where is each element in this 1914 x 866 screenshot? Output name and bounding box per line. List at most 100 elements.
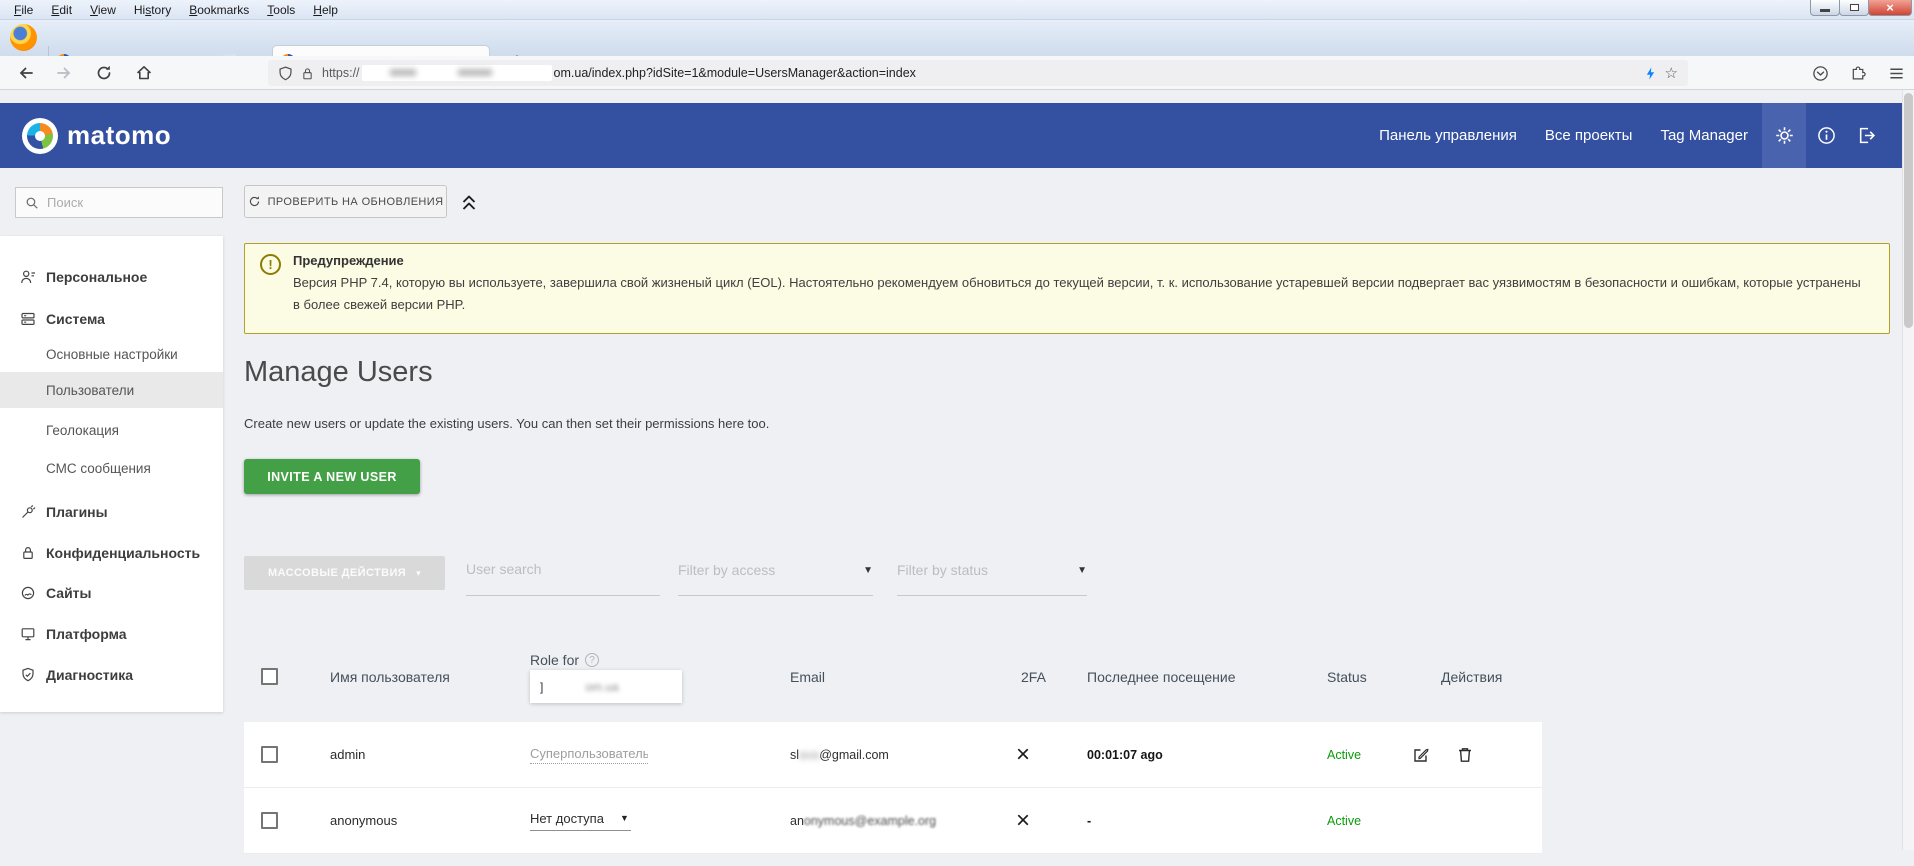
matomo-top-nav: Панель управления Все проекты Tag Manage…	[1365, 103, 1902, 168]
last-seen: -	[1087, 788, 1091, 853]
sidebar-item-privacy[interactable]: Конфиденциальность	[0, 535, 223, 571]
menu-history[interactable]: History	[126, 2, 179, 18]
sidebar-item-sms[interactable]: СМС сообщения	[0, 450, 223, 486]
column-header-email[interactable]: Email	[790, 669, 825, 685]
invite-new-user-button[interactable]: INVITE A NEW USER	[244, 459, 420, 494]
collapse-menu-double-chevron-icon[interactable]	[459, 190, 479, 211]
edit-user-button[interactable]	[1412, 722, 1430, 787]
nav-dashboard[interactable]: Панель управления	[1365, 103, 1531, 168]
window-minimize-button[interactable]	[1810, 0, 1840, 16]
delete-user-button[interactable]	[1457, 722, 1473, 787]
caret-down-icon: ▼	[863, 562, 873, 576]
php-eol-warning-banner: ! Предупреждение Версия PHP 7.4, которую…	[244, 243, 1890, 334]
user-email: anonymous@example.org	[790, 788, 936, 853]
minimize-icon	[1820, 9, 1830, 12]
firefox-logo-icon[interactable]	[10, 24, 37, 51]
admin-settings-button[interactable]	[1762, 103, 1806, 168]
server-stack-icon	[20, 311, 36, 327]
table-row-anonymous: anonymous Нет доступа ▼ anonymous@exampl…	[244, 788, 1542, 854]
url-bar[interactable]: https://om.ua/index.php?idSite=1&module=…	[268, 60, 1688, 86]
select-all-checkbox[interactable]	[261, 668, 278, 685]
user-search-field[interactable]	[466, 556, 660, 596]
gear-icon	[1775, 126, 1794, 145]
caret-down-icon: ▼	[620, 813, 629, 823]
sidebar-item-diagnostics[interactable]: Диагностика	[0, 657, 223, 693]
filter-by-status-select[interactable]: Filter by status ▼	[897, 556, 1087, 596]
sidebar-item-geolocation[interactable]: Геолокация	[0, 412, 223, 448]
filter-by-access-select[interactable]: Filter by access ▼	[678, 556, 873, 596]
browser-navigation-toolbar: https://om.ua/index.php?idSite=1&module=…	[0, 56, 1914, 90]
scrollbar-thumb[interactable]	[1904, 93, 1913, 328]
forward-button[interactable]	[52, 61, 76, 85]
reload-button[interactable]	[92, 61, 116, 85]
window-restore-button[interactable]	[1839, 0, 1869, 16]
bookmark-star-icon[interactable]: ☆	[1665, 64, 1678, 82]
sidebar-item-platform[interactable]: Платформа	[0, 616, 223, 652]
nav-tag-manager[interactable]: Tag Manager	[1646, 103, 1762, 168]
role-select[interactable]: Нет доступа ▼	[530, 811, 631, 831]
caret-down-icon: ▾	[416, 568, 421, 579]
page-scrollbar[interactable]	[1902, 90, 1914, 850]
role-for-site-selector[interactable]: ] om.ua	[530, 670, 682, 703]
user-search-input[interactable]	[466, 556, 660, 577]
close-icon: ×	[1886, 1, 1894, 14]
hamburger-menu-icon[interactable]	[1884, 61, 1908, 85]
help-icon[interactable]: ?	[585, 653, 599, 667]
username: anonymous	[330, 788, 397, 853]
shield-check-icon	[20, 667, 36, 683]
lock-icon	[20, 545, 36, 561]
sidebar-item-system[interactable]: Система	[0, 301, 223, 337]
menu-view[interactable]: View	[82, 2, 124, 18]
column-header-actions: Действия	[1441, 669, 1502, 685]
edit-icon	[1412, 746, 1430, 764]
row-checkbox[interactable]	[261, 746, 278, 763]
column-header-status[interactable]: Status	[1327, 669, 1367, 685]
sidebar-item-general-settings[interactable]: Основные настройки	[0, 336, 223, 372]
logout-button[interactable]	[1846, 103, 1886, 168]
help-button[interactable]	[1806, 103, 1846, 168]
nav-all-websites[interactable]: Все проекты	[1531, 103, 1647, 168]
sidebar-item-personal[interactable]: Персональное	[0, 259, 223, 295]
menu-edit[interactable]: Edit	[43, 2, 80, 18]
status-badge: Active	[1327, 722, 1361, 787]
sidebar-item-users[interactable]: Пользователи	[0, 372, 223, 408]
sidebar-item-websites[interactable]: Сайты	[0, 575, 223, 611]
menu-file[interactable]: File	[6, 2, 41, 18]
menu-bookmarks[interactable]: Bookmarks	[181, 2, 257, 18]
sidebar-item-plugins[interactable]: Плагины	[0, 494, 223, 530]
warning-body: Версия PHP 7.4, которую вы используете, …	[293, 272, 1869, 316]
matomo-logo[interactable]: matomo	[22, 118, 171, 154]
admin-sidebar: Персональное Система Основные настройки …	[0, 236, 223, 712]
matomo-logo-icon	[22, 118, 58, 154]
redacted-site-name: om.ua	[585, 680, 618, 694]
matomo-header: matomo Панель управления Все проекты Tag…	[0, 103, 1902, 168]
menu-help[interactable]: Help	[305, 2, 346, 18]
window-close-button[interactable]: ×	[1868, 0, 1912, 16]
extensions-puzzle-icon[interactable]	[1846, 61, 1870, 85]
bulk-actions-button[interactable]: МАССОВЫЕ ДЕЙСТВИЯ ▾	[244, 556, 445, 590]
row-checkbox[interactable]	[261, 812, 278, 829]
matomo-brand-name: matomo	[67, 120, 171, 151]
home-button[interactable]	[132, 61, 156, 85]
column-header-name[interactable]: Имя пользователя	[330, 669, 450, 685]
search-icon	[25, 196, 39, 210]
page-subtitle: Create new users or update the existing …	[244, 416, 769, 431]
column-header-role[interactable]: Role for ?	[530, 652, 599, 668]
column-header-last-seen[interactable]: Последнее посещение	[1087, 669, 1236, 685]
table-row-admin: admin Суперпользователь slava@gmail.com …	[244, 722, 1542, 788]
check-for-updates-button[interactable]: ПРОВЕРИТЬ НА ОБНОВЛЕНИЯ	[244, 185, 447, 218]
sidebar-search-input[interactable]	[47, 195, 197, 210]
menu-tools[interactable]: Tools	[259, 2, 303, 18]
users-table: Имя пользователя Role for ? ] om.ua Emai…	[244, 626, 1542, 866]
lock-icon[interactable]	[301, 66, 314, 81]
sidebar-search[interactable]	[15, 187, 223, 218]
lightning-quick-actions-icon[interactable]	[1644, 66, 1657, 81]
back-button[interactable]	[14, 61, 38, 85]
pocket-icon[interactable]	[1808, 61, 1832, 85]
url-redacted-domain	[362, 65, 552, 81]
logout-icon	[1857, 126, 1876, 145]
tracking-shield-icon[interactable]	[278, 66, 293, 81]
column-header-2fa[interactable]: 2FA	[1021, 669, 1046, 685]
window-controls: ×	[1811, 0, 1912, 16]
user-icon	[20, 269, 36, 285]
